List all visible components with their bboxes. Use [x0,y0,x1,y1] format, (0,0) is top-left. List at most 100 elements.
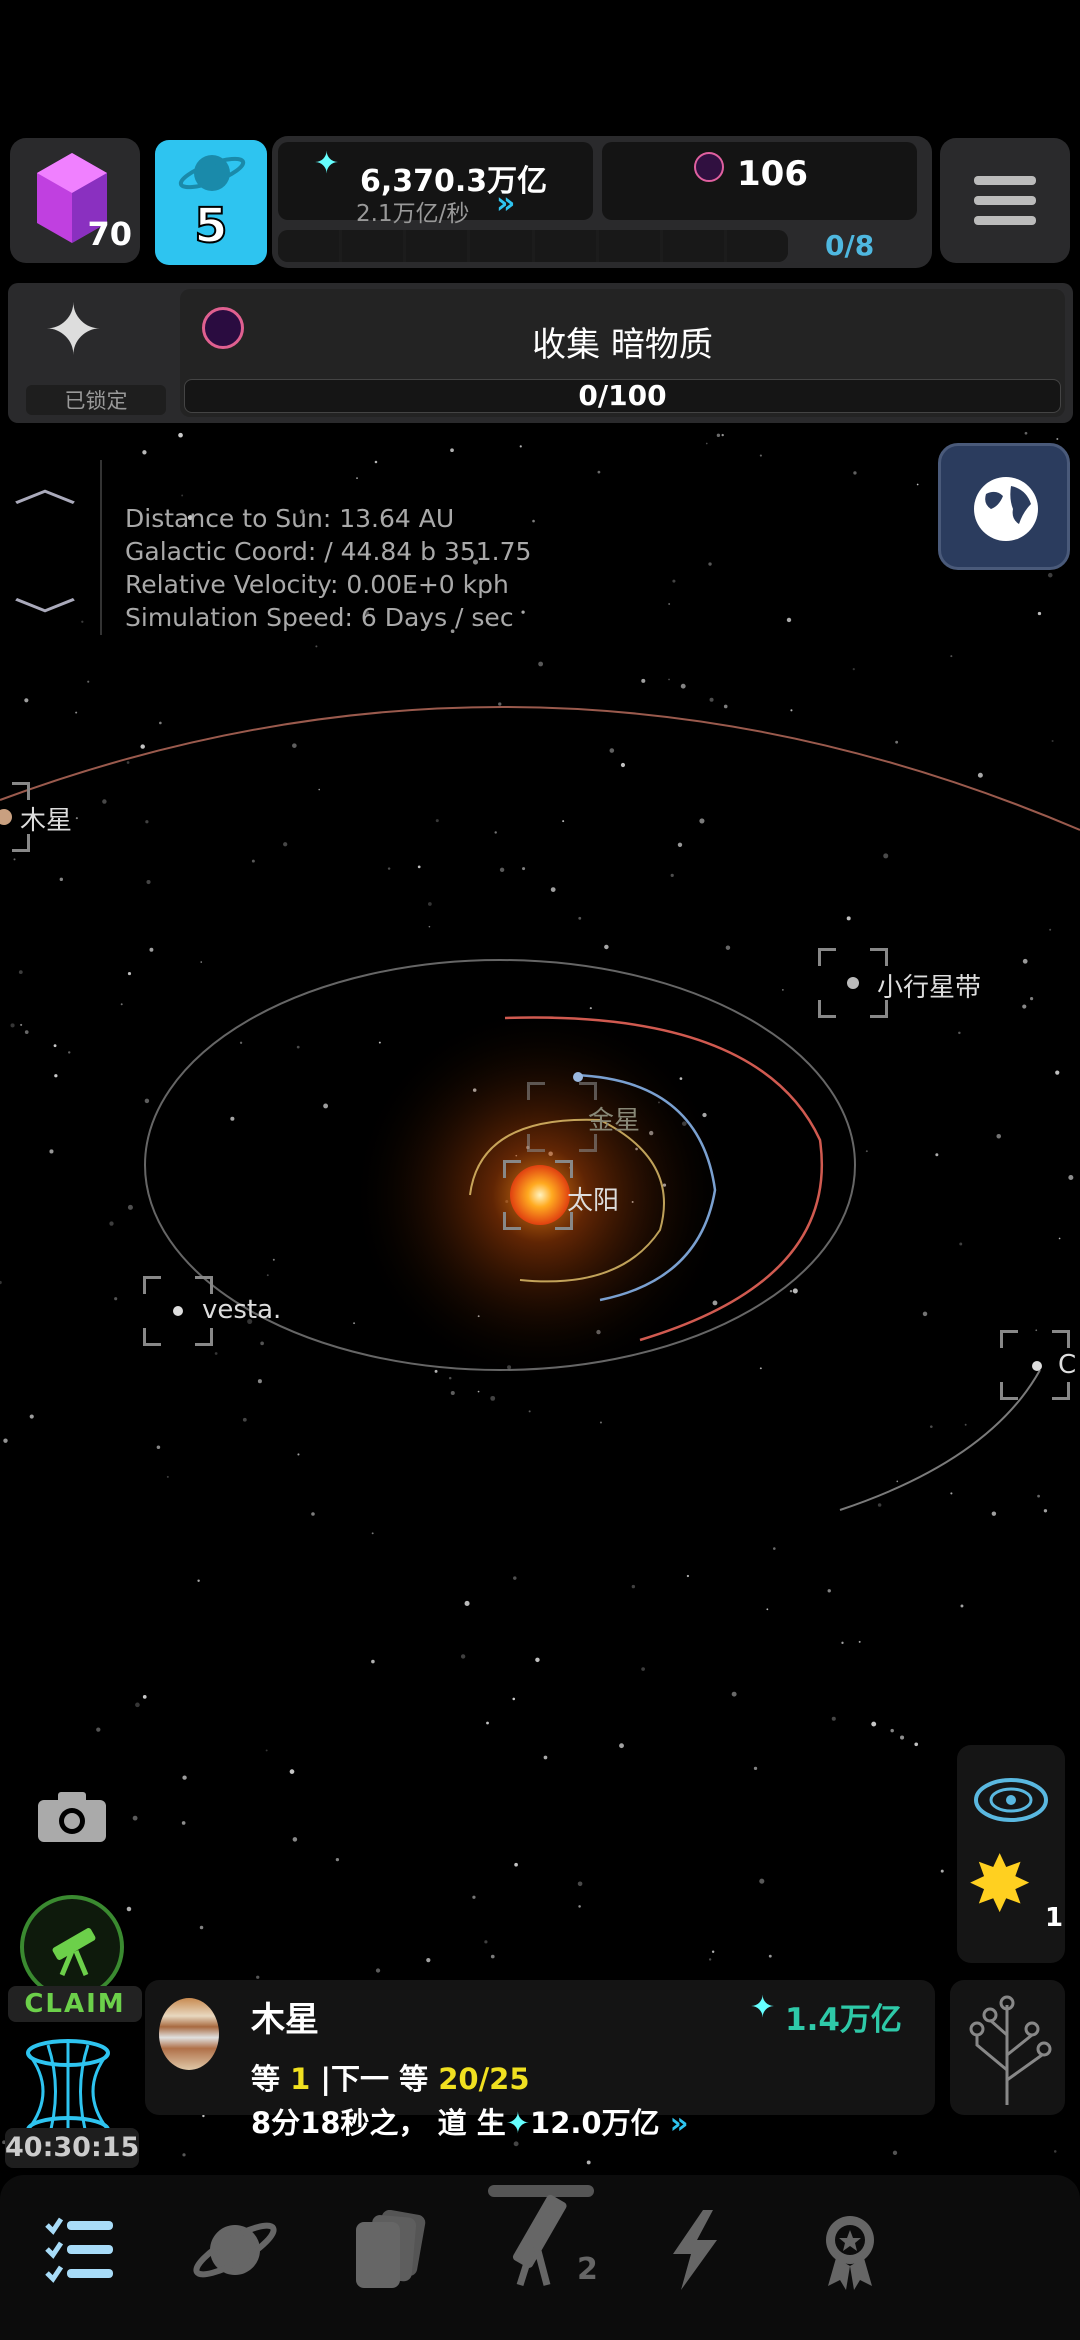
nav-boosts[interactable] [645,2200,745,2300]
menu-button[interactable] [940,138,1070,263]
star [708,562,712,566]
locked-reward[interactable]: ✦ 已锁定 [16,289,171,417]
vesta-label[interactable]: vesta. [202,1295,281,1325]
telescope-icon [52,1928,96,1976]
star [214,1352,218,1355]
tech-tree-icon [969,1995,1052,2105]
telescope-claim-button[interactable] [20,1895,124,1999]
resource-panel: ✦ 6,370.3万亿 2.1万亿/秒 » 106 0/8 [272,136,932,268]
star [916,483,919,486]
asteroid-belt-label[interactable]: 小行星带 [877,967,981,1004]
star [543,1755,548,1760]
star [641,678,646,683]
star [578,916,582,920]
star [260,1341,264,1346]
planet-name: 木星 [251,2000,319,2040]
star [374,460,378,464]
goal-box[interactable]: 收集 暗物质 0/100 [180,289,1065,417]
planet-icon [193,2222,277,2278]
nav-achievements[interactable] [800,2200,900,2300]
scroll-up-button[interactable]: ︿ [13,455,77,513]
star [29,1414,34,1419]
orbit-view-icon[interactable] [972,1775,1050,1825]
gem-count: 70 [87,215,132,253]
star [484,1940,488,1944]
currency-box: ✦ 6,370.3万亿 2.1万亿/秒 » [278,142,593,227]
venus-label[interactable]: 金星 [588,1100,640,1137]
supernova-icon[interactable]: ✸ [967,1845,1032,1925]
star [895,740,899,744]
star [199,1925,204,1930]
lightning-icon [673,2210,717,2290]
jupiter-label[interactable]: 木星 [20,800,72,837]
nav-telescope[interactable]: 2 [492,2190,598,2290]
star [1053,2150,1057,2153]
star [182,2153,186,2157]
star [477,1390,480,1393]
star [59,877,64,882]
telescope-badge: 2 [577,2252,598,2287]
star [883,853,889,859]
sun-label[interactable]: 太阳 [567,1180,619,1217]
star [890,1728,894,1733]
star [18,970,23,975]
boost-chevrons-icon[interactable]: » [670,2106,689,2140]
goal-title: 收集 暗物质 [532,325,713,365]
star [721,433,724,437]
venus-target[interactable] [527,1082,597,1152]
gems-button[interactable]: 70 [10,138,140,263]
star [790,709,793,712]
nav-planets[interactable] [185,2200,285,2300]
globe-icon [974,477,1038,541]
star [528,1410,531,1413]
star [586,2160,591,2165]
star [10,1023,15,1028]
wormhole-timer: 40:30:15 [5,2128,139,2168]
supernova-count: 1 [1045,1903,1064,1933]
star [144,1098,150,1104]
planet-icon [178,155,246,191]
star [486,1721,489,1725]
level-line: 等 1 |下一 等 20/25 [251,2056,530,2098]
sparkle-icon: ✦ [314,146,340,181]
star [87,680,90,683]
star [668,678,670,681]
sun-target[interactable] [503,1160,573,1230]
star [512,1697,516,1701]
planet-card[interactable]: 木星 ✦ 1.4万亿 等 1 |下一 等 20/25 8分18秒之， 道 生✦1… [145,1980,935,2140]
star [877,1503,882,1507]
star [680,683,686,689]
camera-icon[interactable] [38,1790,106,1842]
boost-chevrons-icon[interactable]: » [496,186,515,221]
level-badge[interactable]: 5 [155,140,267,265]
next-level-label: |下一 等 [320,2062,429,2096]
star [120,1003,123,1006]
star [1037,611,1042,616]
nav-tasks[interactable] [30,2200,130,2300]
star [127,1204,133,1210]
nav-cards[interactable] [340,2200,440,2300]
star [257,1379,262,1384]
star [977,772,983,778]
star [871,1721,877,1727]
globe-button[interactable] [938,443,1070,570]
star [513,2141,519,2147]
star [289,1769,295,1774]
star [159,721,162,725]
goal-progress-text: 0/100 [578,379,667,412]
tech-tree-button[interactable] [950,1980,1065,2115]
star [266,1274,269,1277]
dark-matter-count: 106 [737,154,808,194]
star [599,1421,602,1424]
distance-text: Distance to Sun: 13.64 AU [125,504,455,533]
star [996,1133,1002,1139]
star [178,432,183,438]
claim-button[interactable]: CLAIM [8,1986,142,2022]
scroll-down-button[interactable]: ﹀ [13,585,77,643]
planet-income: 1.4万亿 [785,2002,902,2038]
star [940,1869,944,1873]
sparkle-icon: ✦ [505,2106,531,2140]
comet-label[interactable]: C [1058,1350,1076,1380]
star [371,1532,374,1535]
star [550,887,556,892]
